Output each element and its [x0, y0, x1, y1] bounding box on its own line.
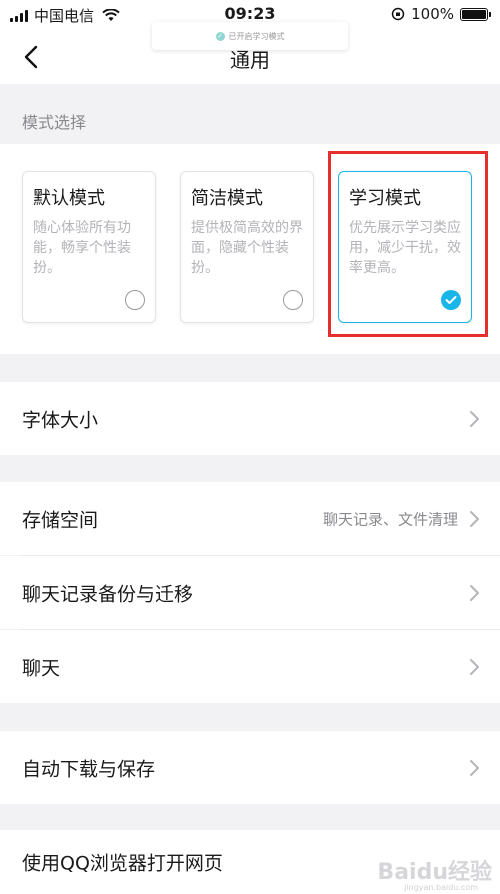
status-right: 100% [391, 5, 491, 23]
mode-desc: 提供极简高效的界面，隐藏个性装扮。 [191, 220, 303, 276]
chevron-right-icon [470, 410, 479, 427]
storage-row[interactable]: 存储空间 聊天记录、文件清理 [0, 482, 500, 555]
toast-text: 已开启学习模式 [228, 31, 285, 41]
toast: ✓ 已开启学习模式 [152, 22, 348, 50]
mode-title: 默认模式 [33, 188, 105, 209]
font-size-row[interactable]: 字体大小 [0, 382, 500, 455]
mode-title: 简洁模式 [191, 188, 263, 209]
battery-percent: 100% [411, 5, 454, 23]
battery-icon [460, 7, 491, 21]
chevron-right-icon [470, 658, 479, 675]
row-label: 聊天记录备份与迁移 [22, 583, 194, 605]
chat-row[interactable]: 聊天 [0, 630, 500, 703]
radio-unchecked-icon[interactable] [283, 290, 303, 310]
row-label: 聊天 [22, 657, 61, 679]
red-highlight-box [328, 151, 488, 337]
mode-section-label: 模式选择 [22, 113, 87, 132]
radio-unchecked-icon[interactable] [125, 290, 145, 310]
auto-download-row[interactable]: 自动下载与保存 [0, 731, 500, 804]
mode-card-simple[interactable]: 简洁模式 提供极简高效的界面，隐藏个性装扮。 [180, 171, 314, 323]
row-label: 自动下载与保存 [22, 758, 156, 780]
watermark-url: jingyan.baidu.com [404, 883, 478, 892]
orientation-lock-icon [391, 7, 405, 21]
row-value: 聊天记录、文件清理 [322, 510, 458, 528]
chevron-right-icon [470, 759, 479, 776]
row-label: 字体大小 [22, 409, 99, 431]
check-icon: ✓ [215, 31, 225, 41]
chevron-right-icon [470, 510, 479, 527]
mode-card-default[interactable]: 默认模式 随心体验所有功能，畅享个性装扮。 [22, 171, 156, 323]
chevron-right-icon [470, 584, 479, 601]
row-label: 使用QQ浏览器打开网页 [22, 852, 223, 875]
backup-row[interactable]: 聊天记录备份与迁移 [0, 556, 500, 629]
baidu-watermark: Baidu经验 [377, 860, 492, 885]
row-label: 存储空间 [22, 509, 99, 531]
mode-desc: 随心体验所有功能，畅享个性装扮。 [33, 220, 131, 276]
